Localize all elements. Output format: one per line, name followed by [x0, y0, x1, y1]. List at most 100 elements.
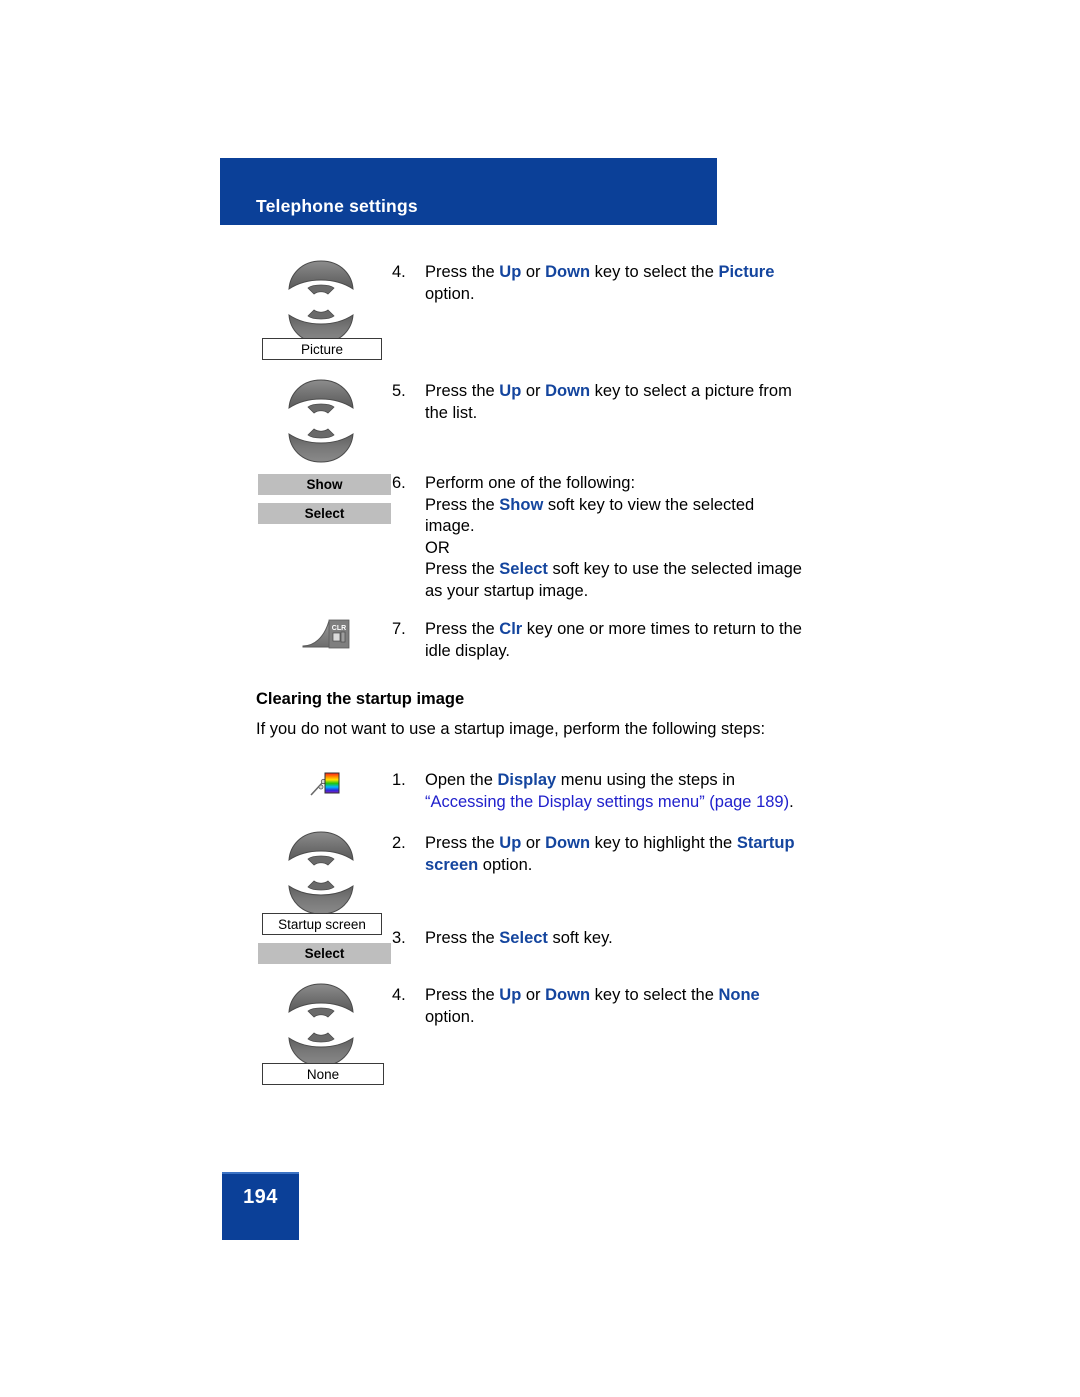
clearing-step-1-line-2: “Accessing the Display settings menu” (p…	[425, 792, 845, 814]
startup-screen-label-box: Startup screen	[262, 913, 382, 935]
document-page: Telephone settings Picture 4. Press the …	[0, 0, 1080, 1397]
picture-label-text: Picture	[300, 342, 344, 357]
clearing-step-2-line-1: Press the Up or Down key to highlight th…	[425, 833, 845, 855]
up-down-arrow-icon	[288, 831, 354, 915]
kw-down: Down	[545, 263, 591, 281]
startup-screen-label-text: Startup screen	[278, 917, 366, 932]
step-5-line-2: the list.	[425, 403, 478, 422]
display-settings-icon[interactable]	[308, 770, 344, 800]
clr-key-icon[interactable]: CLR	[300, 616, 352, 654]
clearing-step-1-text: Open the Display menu using the steps in…	[425, 770, 845, 813]
t: or	[521, 986, 546, 1004]
section-intro-paragraph: If you do not want to use a startup imag…	[256, 720, 766, 738]
kw-show: Show	[499, 495, 544, 514]
step-7-text: Press the Clr key one or more times to r…	[425, 619, 845, 662]
t: soft key to view the selected	[543, 495, 755, 514]
step-4-number: 4.	[392, 263, 406, 281]
t: Press the	[425, 620, 500, 638]
t: or	[521, 382, 546, 400]
step-4-line-1: Press the Up or Down key to select the P…	[425, 262, 845, 284]
softkey-select-button[interactable]: Select	[258, 503, 391, 524]
t: Press the	[425, 263, 500, 281]
step-6-line-4: OR	[425, 538, 450, 557]
t: menu using the steps in	[556, 771, 736, 789]
kw-screen: screen	[425, 855, 479, 874]
t: Press the	[425, 560, 500, 578]
picture-label-box: Picture	[262, 338, 382, 360]
kw-none: None	[718, 986, 760, 1004]
softkey-select-label: Select	[304, 506, 345, 521]
step-6-number: 6.	[392, 474, 406, 492]
step-5-line-1: Press the Up or Down key to select a pic…	[425, 381, 845, 403]
none-label-text: None	[306, 1067, 340, 1082]
t: option.	[478, 855, 533, 874]
clearing-step-4-line-2: option.	[425, 1007, 475, 1026]
t: key to select the	[590, 263, 719, 281]
navigation-key-icon[interactable]	[288, 372, 354, 475]
t: soft key to use the selected image	[547, 560, 802, 578]
clearing-step-4-number: 4.	[392, 986, 406, 1004]
up-down-arrow-icon	[288, 260, 354, 344]
kw-down: Down	[545, 834, 591, 852]
step-7-line-1: Press the Clr key one or more times to r…	[425, 619, 845, 641]
t: .	[789, 792, 794, 811]
page-number-box: 194	[222, 1172, 299, 1240]
clearing-step-4-text: Press the Up or Down key to select the N…	[425, 985, 845, 1028]
t: soft key.	[547, 929, 613, 947]
softkey-select-button[interactable]: Select	[258, 943, 391, 964]
kw-down: Down	[545, 382, 591, 400]
kw-down: Down	[545, 986, 591, 1004]
step-5-text: Press the Up or Down key to select a pic…	[425, 381, 845, 424]
cross-reference-link[interactable]: “Accessing the Display settings menu” (p…	[425, 793, 789, 811]
kw-startup: Startup	[736, 834, 795, 852]
t: key to select the	[590, 986, 719, 1004]
clearing-step-1-number: 1.	[392, 771, 406, 789]
kw-display: Display	[497, 771, 557, 789]
kw-up: Up	[499, 263, 522, 281]
step-4-line-2: option.	[425, 284, 475, 303]
section-heading-clearing-startup-image: Clearing the startup image	[256, 690, 465, 708]
softkey-select-label: Select	[304, 946, 345, 961]
clearing-step-3-text: Press the Select soft key.	[425, 928, 845, 950]
t: key to highlight the	[590, 834, 737, 852]
up-down-arrow-icon	[288, 983, 354, 1067]
kw-up: Up	[499, 382, 522, 400]
clear-key-icon: CLR	[302, 619, 350, 649]
kw-select: Select	[499, 560, 548, 578]
clearing-step-2-text: Press the Up or Down key to highlight th…	[425, 833, 845, 876]
none-label-box: None	[262, 1063, 384, 1085]
step-7-number: 7.	[392, 620, 406, 638]
softkey-show-button[interactable]: Show	[258, 474, 391, 495]
t: Press the	[425, 382, 500, 400]
navigation-key-icon[interactable]	[288, 824, 354, 927]
kw-clr: Clr	[499, 620, 523, 638]
clearing-step-1-line-1: Open the Display menu using the steps in	[425, 770, 845, 792]
step-5-number: 5.	[392, 382, 406, 400]
t: key to select a picture from	[590, 382, 792, 400]
t: Press the	[425, 986, 500, 1004]
step-6-line-5: Press the Select soft key to use the sel…	[425, 559, 845, 581]
kw-up: Up	[499, 834, 522, 852]
t: Press the	[425, 929, 500, 947]
page-number-text: 194	[243, 1186, 278, 1208]
t: Open the	[425, 771, 498, 789]
t: or	[521, 834, 546, 852]
step-6-line-3: image.	[425, 517, 475, 535]
up-down-arrow-icon	[288, 379, 354, 463]
clearing-step-2-number: 2.	[392, 834, 406, 852]
kw-select: Select	[499, 929, 548, 947]
kw-picture: Picture	[718, 263, 775, 281]
t: key one or more times to return to the	[522, 620, 802, 638]
clr-key-glyph-text: CLR	[332, 625, 346, 632]
page-header-title: Telephone settings	[256, 196, 418, 216]
paint-palette-icon	[310, 772, 340, 796]
t: Press the	[425, 834, 500, 852]
step-6-line-2: Press the Show soft key to view the sele…	[425, 495, 845, 517]
step-4-text: Press the Up or Down key to select the P…	[425, 262, 845, 305]
t: Press the	[425, 495, 500, 514]
step-6-line-1: Perform one of the following:	[425, 474, 636, 492]
step-6-line-6: as your startup image.	[425, 581, 589, 600]
step-7-line-2: idle display.	[425, 641, 510, 660]
clearing-step-4-line-1: Press the Up or Down key to select the N…	[425, 985, 845, 1007]
page-header-banner: Telephone settings	[220, 158, 717, 225]
